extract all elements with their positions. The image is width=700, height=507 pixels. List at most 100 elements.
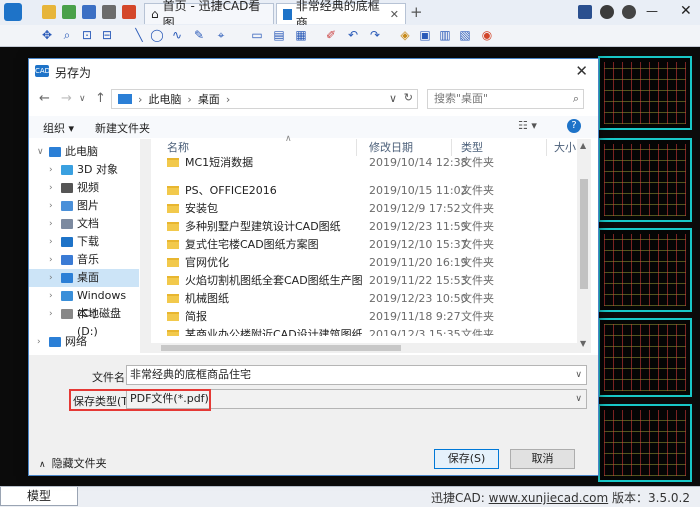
forward-arrow-icon[interactable]: → xyxy=(61,91,72,106)
scroll-up-icon[interactable]: ▲ xyxy=(580,141,586,150)
nav-item[interactable]: › 本地磁盘 (D:) xyxy=(29,305,139,338)
address-dropdown-icon[interactable]: ∨ xyxy=(389,92,397,105)
open-icon[interactable] xyxy=(42,5,56,19)
hide-folders-toggle[interactable]: ∧ 隐藏文件夹 xyxy=(39,455,107,471)
chevron-down-icon[interactable]: ∨ xyxy=(79,94,86,104)
pan-icon[interactable]: ✥ xyxy=(40,28,54,42)
zoom-out-icon[interactable]: ⊟ xyxy=(100,28,114,42)
expand-chevron-icon[interactable]: › xyxy=(37,333,41,351)
file-row[interactable]: PS、OFFICE2016 2019/10/15 11:02 文件夹 xyxy=(151,182,577,200)
file-row[interactable]: MC1短消数据 2019/10/14 12:38 文件夹 xyxy=(151,156,577,172)
gear-icon[interactable] xyxy=(622,5,636,19)
organize-button[interactable]: 组织 ▾ xyxy=(43,120,74,136)
close-icon[interactable]: ✕ xyxy=(575,62,588,80)
expand-chevron-icon[interactable]: › xyxy=(49,305,53,323)
file-row[interactable]: 多种别墅户型建筑设计CAD图纸 2019/12/23 11:59 文件夹 xyxy=(151,218,577,236)
file-row[interactable]: 火焰切割机图纸全套CAD图纸生产图 2019/11/22 15:53 文件夹 xyxy=(151,272,577,290)
nav-item[interactable]: › 桌面 xyxy=(29,269,139,287)
file-row[interactable]: 机械图纸 2019/12/23 10:50 文件夹 xyxy=(151,290,577,308)
save-icon[interactable] xyxy=(82,5,96,19)
nav-item[interactable]: › 文档 xyxy=(29,215,139,233)
line-icon[interactable]: ╲ xyxy=(132,28,146,42)
print-icon[interactable] xyxy=(102,5,116,19)
nav-item[interactable]: › 3D 对象 xyxy=(29,161,139,179)
scrollbar-thumb[interactable] xyxy=(580,179,588,289)
nav-item[interactable]: ∨ 此电脑 xyxy=(29,143,139,161)
column-header-type[interactable]: 类型 xyxy=(461,139,483,156)
expand-chevron-icon[interactable]: ∨ xyxy=(37,143,44,161)
properties-icon[interactable]: ▧ xyxy=(458,28,472,42)
filename-input[interactable]: 非常经典的底框商品住宅 ∨ xyxy=(126,365,587,385)
back-arrow-icon[interactable]: ← xyxy=(39,91,50,106)
column-header-date[interactable]: 修改日期 xyxy=(369,139,413,156)
file-list-scrollbar[interactable]: ▲ ▼ xyxy=(577,139,591,353)
save-button[interactable]: 保存(S) xyxy=(434,449,499,469)
expand-chevron-icon[interactable]: › xyxy=(49,215,53,233)
file-row[interactable]: 复式住宅楼CAD图纸方案图 2019/12/10 15:37 文件夹 xyxy=(151,236,577,254)
block-icon[interactable]: ▥ xyxy=(438,28,452,42)
tab-drawing[interactable]: 非常经典的底框商... ✕ xyxy=(276,0,406,30)
expand-chevron-icon[interactable]: › xyxy=(49,197,53,215)
new-folder-button[interactable]: 新建文件夹 xyxy=(95,120,150,136)
nav-item[interactable]: › 音乐 xyxy=(29,251,139,269)
refresh-icon[interactable] xyxy=(62,5,76,19)
chevron-down-icon[interactable]: ∨ xyxy=(575,366,582,384)
table-icon[interactable]: ▦ xyxy=(294,28,308,42)
expand-chevron-icon[interactable]: › xyxy=(49,269,53,287)
minimize-icon[interactable]: — xyxy=(646,4,658,18)
undo-icon[interactable]: ↶ xyxy=(346,28,360,42)
layer-icon[interactable]: ▤ xyxy=(272,28,286,42)
expand-chevron-icon[interactable]: › xyxy=(49,287,53,305)
color-wheel-icon[interactable]: ◉ xyxy=(480,28,494,42)
polyline-icon[interactable]: ∿ xyxy=(170,28,184,42)
view-options-icon[interactable]: ☷ ▾ xyxy=(518,119,537,132)
model-tab[interactable]: 模型 xyxy=(0,487,78,506)
cad-tool-icon[interactable] xyxy=(122,5,136,19)
column-divider[interactable] xyxy=(546,139,547,156)
text-icon[interactable]: ▭ xyxy=(250,28,264,42)
file-row[interactable]: 某商业办公楼附近CAD设计建筑图纸 2019/12/3 15:35 文件夹 xyxy=(151,326,577,336)
up-arrow-icon[interactable]: ↑ xyxy=(95,91,106,106)
nav-item[interactable]: › 图片 xyxy=(29,197,139,215)
close-window-icon[interactable]: ✕ xyxy=(680,3,692,19)
refresh-icon[interactable]: ↻ xyxy=(404,91,413,104)
measure-icon[interactable]: ⌖ xyxy=(214,28,228,42)
chevron-down-icon[interactable]: ∨ xyxy=(575,390,582,408)
nav-item[interactable]: › 视频 xyxy=(29,179,139,197)
tab-home[interactable]: ⌂ 首页 - 迅捷CAD看图 xyxy=(144,0,274,30)
scroll-down-icon[interactable]: ▼ xyxy=(580,339,586,348)
zoom-icon[interactable] xyxy=(600,5,614,19)
website-link[interactable]: www.xunjiecad.com xyxy=(489,491,609,505)
file-row[interactable]: 安装包 2019/12/9 17:52 文件夹 xyxy=(151,200,577,218)
expand-chevron-icon[interactable]: › xyxy=(49,251,53,269)
search-input[interactable]: 搜索"桌面" ⌕ xyxy=(427,89,584,109)
column-header-size[interactable]: 大小 xyxy=(554,139,576,156)
file-row[interactable]: 简报 2019/11/18 9:27 文件夹 xyxy=(151,308,577,326)
zoom-window-icon[interactable]: ⌕ xyxy=(60,28,74,42)
layers-icon[interactable]: ◈ xyxy=(398,28,412,42)
redo-icon[interactable]: ↷ xyxy=(368,28,382,42)
horizontal-scrollbar-thumb[interactable] xyxy=(161,345,401,351)
circle-icon[interactable]: ◯ xyxy=(150,28,164,42)
nav-item[interactable]: › 下载 xyxy=(29,233,139,251)
breadcrumb-desktop[interactable]: 桌面 xyxy=(198,91,220,107)
horizontal-scrollbar[interactable] xyxy=(151,343,577,353)
expand-chevron-icon[interactable]: › xyxy=(49,233,53,251)
eraser-icon[interactable]: ✐ xyxy=(324,28,338,42)
breadcrumb-this-pc[interactable]: 此电脑 xyxy=(148,91,181,107)
help-icon[interactable]: ? xyxy=(567,119,581,133)
file-row[interactable]: 官网优化 2019/11/20 16:19 文件夹 xyxy=(151,254,577,272)
window-icon[interactable] xyxy=(578,5,592,19)
column-divider[interactable] xyxy=(451,139,452,156)
zoom-extent-icon[interactable]: ⊡ xyxy=(80,28,94,42)
address-input[interactable]: › 此电脑 › 桌面 › ∨ ↻ xyxy=(111,89,418,109)
cancel-button[interactable]: 取消 xyxy=(510,449,575,469)
column-header-name[interactable]: 名称 xyxy=(167,139,189,156)
pencil-icon[interactable]: ✎ xyxy=(192,28,206,42)
expand-chevron-icon[interactable]: › xyxy=(49,161,53,179)
nav-item[interactable]: › Windows (C:) xyxy=(29,287,139,320)
column-divider[interactable] xyxy=(356,139,357,156)
nav-scrollbar[interactable] xyxy=(140,139,151,353)
expand-chevron-icon[interactable]: › xyxy=(49,179,53,197)
nav-item[interactable]: › 网络 xyxy=(29,333,139,351)
